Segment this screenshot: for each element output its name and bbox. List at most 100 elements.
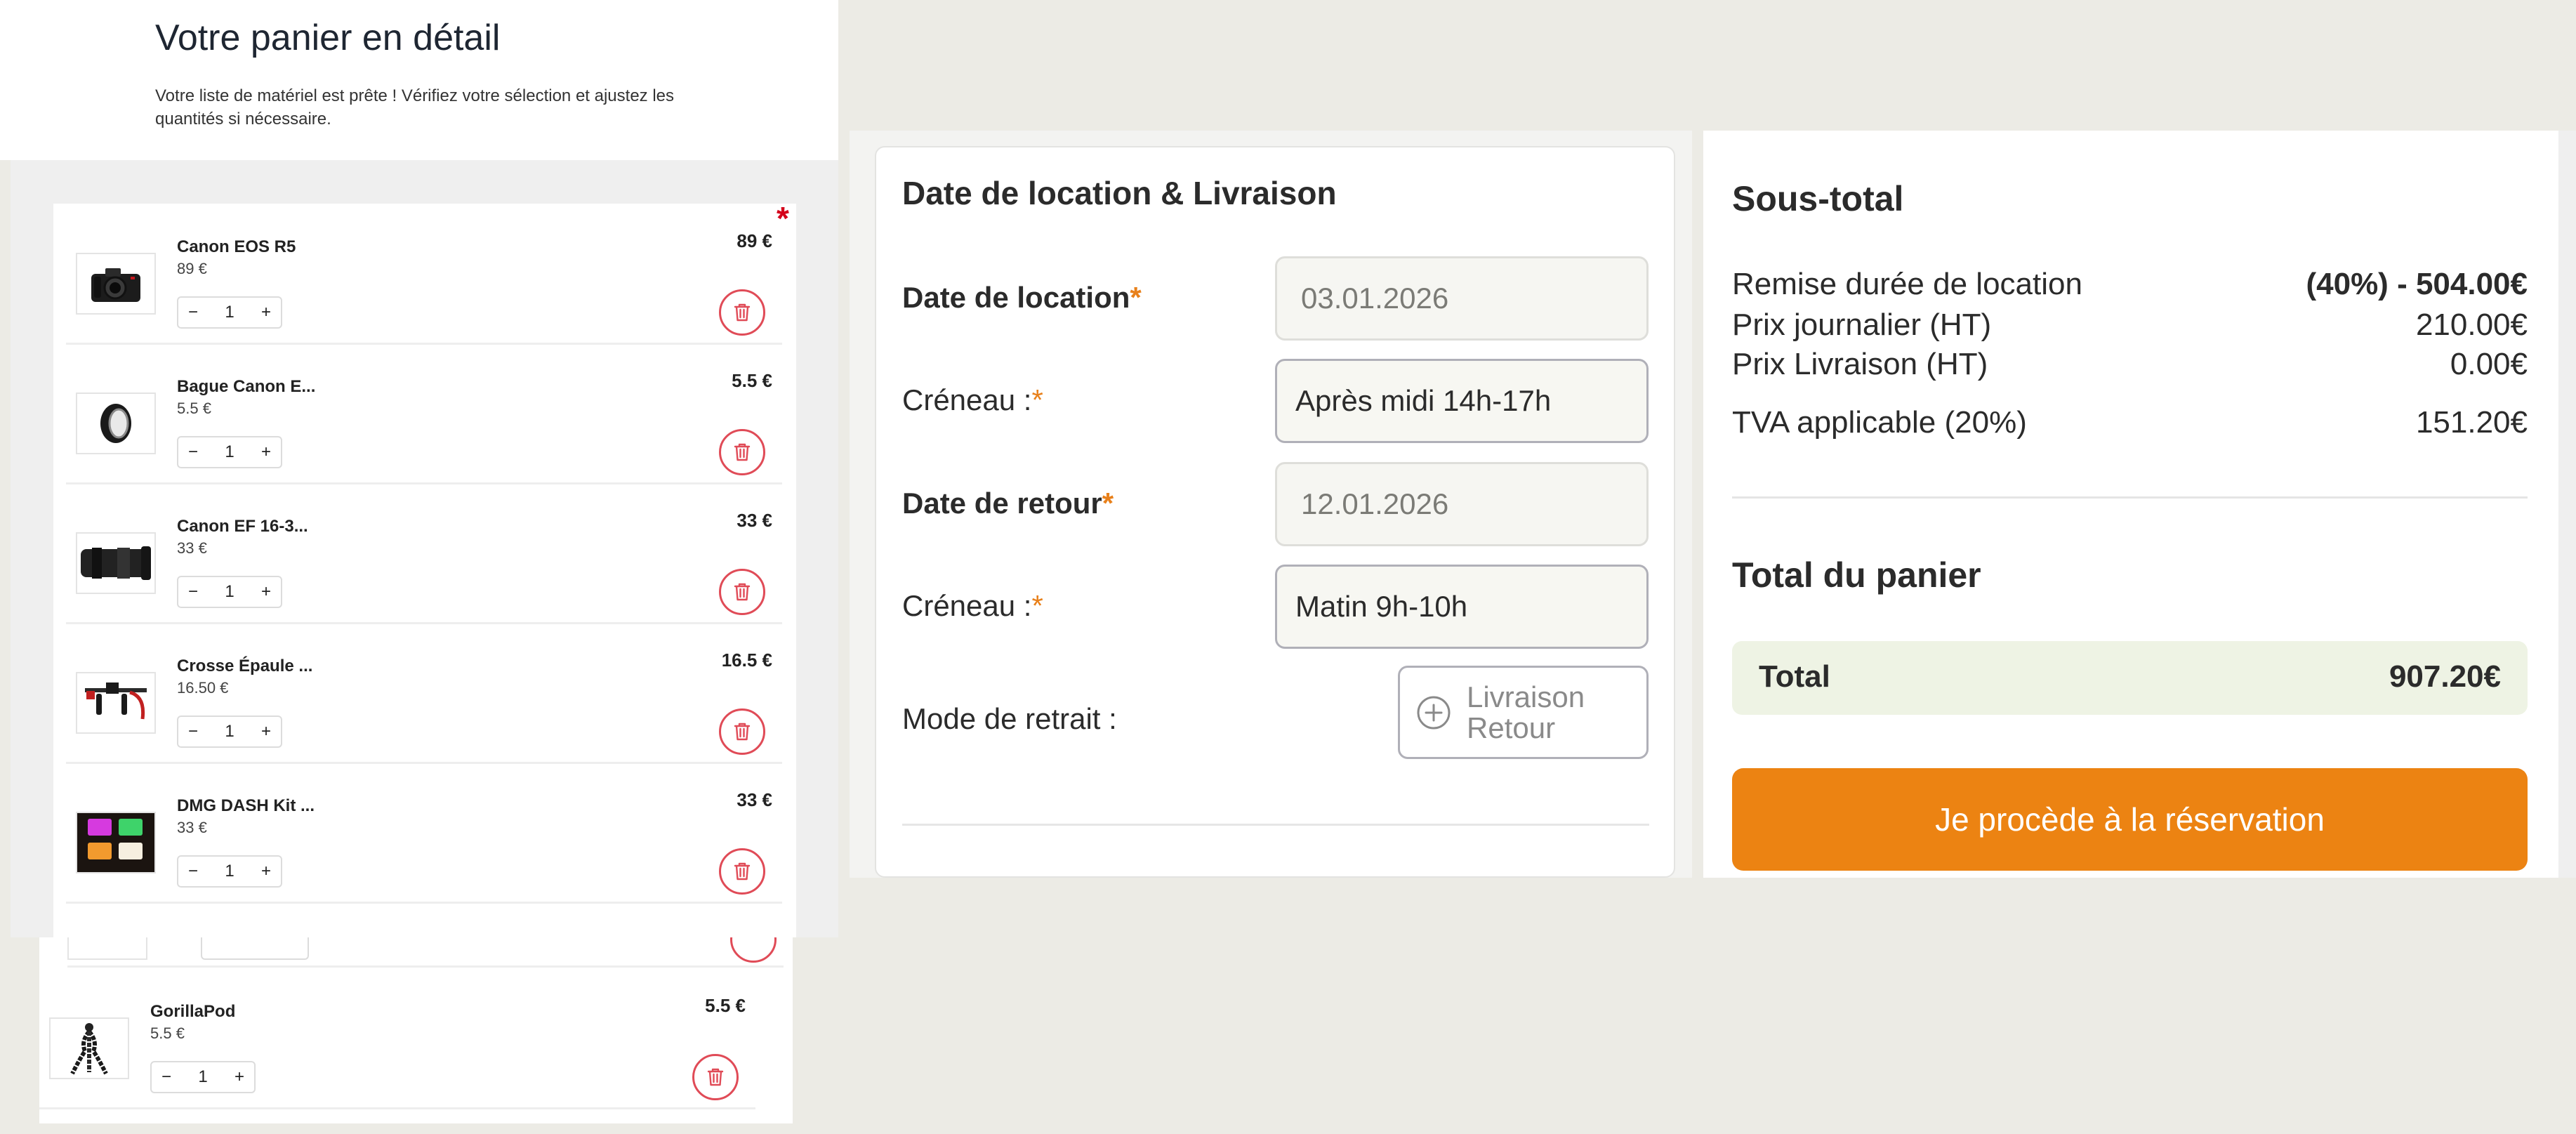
- camera-thumbnail: [76, 253, 156, 315]
- required-mark: *: [1130, 281, 1142, 314]
- delivery-price-value: 0.00€: [2450, 347, 2528, 381]
- lens-adapter-thumbnail: [76, 393, 156, 454]
- daily-price-value: 210.00€: [2415, 308, 2528, 342]
- item-unit-price: 5.5 €: [150, 1024, 185, 1042]
- rental-divider: [902, 824, 1649, 826]
- rental-date-field[interactable]: 03.01.2026: [1275, 256, 1649, 341]
- partial-cart-item: [67, 937, 784, 968]
- quantity-value[interactable]: 1: [225, 862, 234, 881]
- quantity-value[interactable]: 1: [198, 1067, 207, 1087]
- decrease-button[interactable]: −: [161, 1067, 171, 1087]
- item-unit-price: 89 €: [177, 260, 207, 277]
- item-name[interactable]: Canon EOS R5: [177, 237, 296, 257]
- item-name[interactable]: Canon EF 16-3...: [177, 517, 308, 536]
- return-line: Retour: [1467, 711, 1556, 744]
- item-total-price: 89 €: [737, 230, 772, 251]
- pickup-mode-label: Mode de retrait :: [902, 702, 1117, 735]
- led-panels-thumbnail: [76, 812, 156, 873]
- item-name[interactable]: GorillaPod: [150, 1002, 235, 1022]
- item-total-price: 5.5 €: [705, 995, 746, 1016]
- return-date-label: Date de retour*: [902, 487, 1114, 520]
- summary-panel-edge: [2558, 131, 2576, 878]
- page-title: Votre panier en détail: [155, 18, 501, 58]
- increase-button[interactable]: +: [261, 582, 271, 602]
- cart-item: Canon EOS R5 89 € 89 € − 1 +: [66, 204, 782, 345]
- quantity-stepper: − 1 +: [177, 855, 282, 888]
- delivery-price-label: Prix Livraison (HT): [1732, 347, 1988, 381]
- trash-icon: [734, 303, 751, 322]
- cart-item: DMG DASH Kit ... 33 € 33 € − 1 +: [66, 763, 782, 904]
- tripod-thumbnail: [49, 1017, 129, 1079]
- zoom-lens-thumbnail: [76, 532, 156, 594]
- quantity-value[interactable]: 1: [225, 442, 234, 462]
- trash-icon: [734, 862, 751, 881]
- end-slot-select[interactable]: Matin 9h-10h: [1275, 565, 1649, 649]
- rental-date-label: Date de location*: [902, 281, 1142, 315]
- item-name[interactable]: Crosse Épaule ...: [177, 657, 312, 676]
- delete-item-button[interactable]: [719, 848, 765, 895]
- increase-button[interactable]: +: [261, 303, 271, 322]
- cart-item: Canon EF 16-3... 33 € 33 € − 1 +: [66, 483, 782, 624]
- page-subtitle: Votre liste de matériel est prête ! Véri…: [155, 86, 675, 128]
- delete-item-button[interactable]: [719, 569, 765, 615]
- increase-button[interactable]: +: [235, 1067, 244, 1087]
- delivery-return-text: Livraison Retour: [1467, 682, 1585, 744]
- cart-item: Crosse Épaule ... 16.50 € 16.5 € − 1 +: [66, 623, 782, 764]
- quantity-value[interactable]: 1: [225, 303, 234, 322]
- decrease-button[interactable]: −: [188, 862, 198, 881]
- delivery-line: Livraison: [1467, 680, 1585, 713]
- discount-label: Remise durée de location: [1732, 267, 2082, 301]
- return-date-label-text: Date de retour: [902, 487, 1102, 520]
- decrease-button[interactable]: −: [188, 442, 198, 462]
- total-label: Total: [1759, 659, 1830, 694]
- delete-item-button[interactable]: [692, 1054, 739, 1100]
- end-slot-label-text: Créneau :: [902, 589, 1032, 622]
- cart-total-title: Total du panier: [1732, 555, 1981, 595]
- start-slot-select[interactable]: Après midi 14h-17h: [1275, 359, 1649, 443]
- start-slot-label-text: Créneau :: [902, 383, 1032, 416]
- total-value: 907.20€: [2389, 659, 2501, 694]
- vat-label: TVA applicable (20%): [1732, 405, 2027, 440]
- quantity-stepper: − 1 +: [150, 1061, 256, 1093]
- item-unit-price: 16.50 €: [177, 679, 229, 697]
- trash-icon: [734, 583, 751, 601]
- decrease-button[interactable]: −: [188, 303, 198, 322]
- delete-item-button[interactable]: [719, 429, 765, 475]
- quantity-value[interactable]: 1: [225, 722, 234, 741]
- shoulder-rig-thumbnail: [76, 672, 156, 734]
- required-mark: *: [1031, 589, 1043, 622]
- vat-value: 151.20€: [2415, 405, 2528, 440]
- cart-item: GorillaPod 5.5 € 5.5 € − 1 +: [39, 968, 755, 1109]
- required-mark: *: [1031, 383, 1043, 416]
- summary-divider: [1732, 496, 2528, 499]
- cart-item-list: Canon EOS R5 89 € 89 € − 1 + Bague Canon…: [53, 204, 796, 937]
- end-slot-label: Créneau :*: [902, 589, 1043, 623]
- daily-price-label: Prix journalier (HT): [1732, 308, 1992, 342]
- quantity-value[interactable]: 1: [225, 582, 234, 602]
- delivery-return-button[interactable]: Livraison Retour: [1398, 666, 1649, 759]
- plus-circle-icon: [1417, 696, 1451, 730]
- quantity-stepper: − 1 +: [177, 296, 282, 329]
- item-unit-price: 33 €: [177, 819, 207, 836]
- increase-button[interactable]: +: [261, 722, 271, 741]
- required-asterisk: *: [777, 200, 789, 237]
- item-unit-price: 33 €: [177, 539, 207, 557]
- delete-item-button[interactable]: [719, 708, 765, 755]
- cart-item: Bague Canon E... 5.5 € 5.5 € − 1 +: [66, 343, 782, 484]
- decrease-button[interactable]: −: [188, 722, 198, 741]
- increase-button[interactable]: +: [261, 862, 271, 881]
- decrease-button[interactable]: −: [188, 582, 198, 602]
- total-box: Total 907.20€: [1732, 641, 2528, 715]
- start-slot-label: Créneau :*: [902, 383, 1043, 417]
- quantity-stepper: − 1 +: [177, 436, 282, 468]
- increase-button[interactable]: +: [261, 442, 271, 462]
- item-unit-price: 5.5 €: [177, 400, 211, 417]
- item-name[interactable]: DMG DASH Kit ...: [177, 796, 315, 816]
- delete-item-button[interactable]: [719, 289, 765, 336]
- cart-item-list-continued: GorillaPod 5.5 € 5.5 € − 1 +: [39, 937, 793, 1123]
- item-total-price: 33 €: [737, 510, 772, 531]
- quantity-stepper: − 1 +: [177, 716, 282, 748]
- return-date-field[interactable]: 12.01.2026: [1275, 462, 1649, 546]
- item-name[interactable]: Bague Canon E...: [177, 377, 315, 397]
- book-now-button[interactable]: Je procède à la réservation: [1732, 768, 2528, 871]
